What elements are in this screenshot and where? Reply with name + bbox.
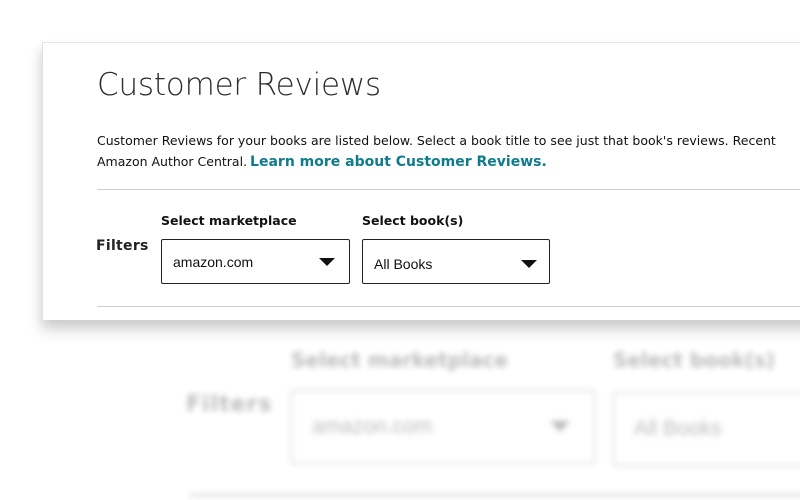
intro-line-2: Amazon Author Central. Learn more about C… (97, 151, 800, 173)
bg-books-label: Select book(s) (613, 348, 776, 372)
bg-marketplace-value: amazon.com (312, 415, 433, 438)
learn-more-link[interactable]: Learn more about Customer Reviews. (250, 154, 547, 170)
bg-caret-down-icon (550, 421, 570, 432)
bg-marketplace-label: Select marketplace (291, 348, 508, 372)
screenshot-stage: Filters Select marketplace Select book(s… (0, 0, 800, 500)
divider-top (97, 189, 800, 190)
marketplace-label: Select marketplace (161, 213, 297, 228)
bg-divider (190, 494, 800, 496)
bg-books-select: All Books (613, 392, 800, 466)
customer-reviews-card: Customer Reviews Customer Reviews for yo… (42, 42, 800, 320)
intro-text: Customer Reviews for your books are list… (97, 130, 800, 173)
bg-marketplace-select: amazon.com (291, 390, 595, 464)
bg-filters-label: Filters (186, 392, 273, 417)
divider-bottom (97, 306, 800, 307)
marketplace-selected-value: amazon.com (173, 254, 254, 270)
caret-down-icon (319, 258, 335, 266)
books-select[interactable]: All Books (362, 239, 550, 284)
books-selected-value: All Books (374, 256, 433, 272)
caret-down-icon (521, 260, 537, 268)
bg-books-value: All Books (634, 417, 722, 440)
intro-line-2-text: Amazon Author Central. (97, 154, 248, 169)
intro-line-1: Customer Reviews for your books are list… (97, 133, 776, 148)
books-label: Select book(s) (362, 213, 464, 228)
filters-label: Filters (96, 238, 149, 254)
marketplace-select[interactable]: amazon.com (161, 239, 350, 284)
page-title: Customer Reviews (97, 67, 381, 103)
